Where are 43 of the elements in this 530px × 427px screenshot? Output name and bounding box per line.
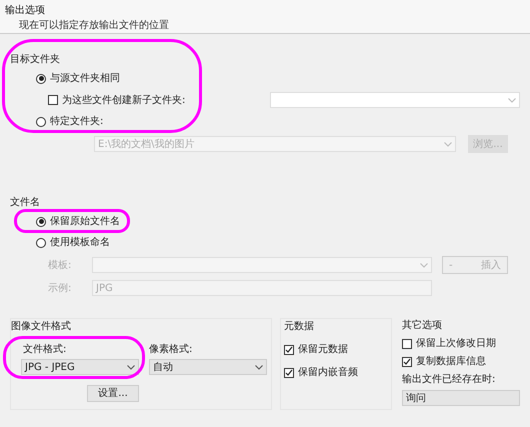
- checkmark-icon: [403, 358, 411, 366]
- page-title: 输出选项: [5, 4, 46, 18]
- caret-icon: [127, 364, 135, 370]
- checkmark-icon: [285, 346, 293, 354]
- caret-icon: [255, 364, 263, 370]
- radio-label: 使用模板命名: [50, 236, 110, 250]
- group-title: 图像文件格式: [11, 320, 72, 334]
- checkbox-label: 保留内嵌音频: [298, 366, 358, 380]
- section-title: 文件名: [10, 196, 41, 210]
- checkmark-icon: [285, 368, 293, 376]
- caret-icon: [508, 98, 516, 102]
- field-label: 像素格式:: [149, 342, 194, 357]
- caret-icon: [444, 142, 452, 146]
- checkbox[interactable]: [402, 338, 412, 348]
- radio-button[interactable]: [36, 216, 46, 226]
- checkbox[interactable]: [48, 95, 58, 105]
- settings-button[interactable]: 设置...: [87, 385, 139, 402]
- checkbox-label: 保留元数据: [298, 343, 348, 357]
- field-label: 文件格式:: [22, 342, 68, 357]
- file-format-dropdown[interactable]: JPG - JPEG: [21, 359, 139, 375]
- radio-button[interactable]: [36, 74, 46, 84]
- group-title: 其它选项: [402, 318, 443, 333]
- checkbox[interactable]: [402, 356, 412, 366]
- checkbox-label: 为这些文件创建新子文件夹:: [62, 94, 186, 108]
- group-title: 元数据: [284, 320, 315, 334]
- radio-button[interactable]: [36, 116, 46, 126]
- field-label: 示例:: [47, 282, 72, 296]
- radio-label: 特定文件夹:: [50, 114, 104, 129]
- checkbox-label: 复制数据库信息: [416, 354, 486, 369]
- example-field: JPG: [92, 280, 432, 296]
- page-subtitle: 现在可以指定存放输出文件的位置: [19, 18, 170, 33]
- pixel-format-dropdown[interactable]: 自动: [149, 359, 267, 375]
- field-label: 模板:: [47, 258, 72, 272]
- exists-dropdown[interactable]: 询问: [402, 390, 520, 406]
- caret-icon: [420, 262, 428, 268]
- field-label: 输出文件已经存在时:: [402, 372, 496, 387]
- checkbox[interactable]: [284, 344, 294, 354]
- checkbox-label: 保留上次修改日期: [416, 336, 496, 351]
- section-title: 目标文件夹: [10, 52, 61, 67]
- radio-label: 与源文件夹相同: [50, 72, 120, 86]
- checkbox[interactable]: [284, 368, 294, 378]
- radio-label: 保留原始文件名: [50, 214, 120, 229]
- radio-button[interactable]: [36, 238, 46, 248]
